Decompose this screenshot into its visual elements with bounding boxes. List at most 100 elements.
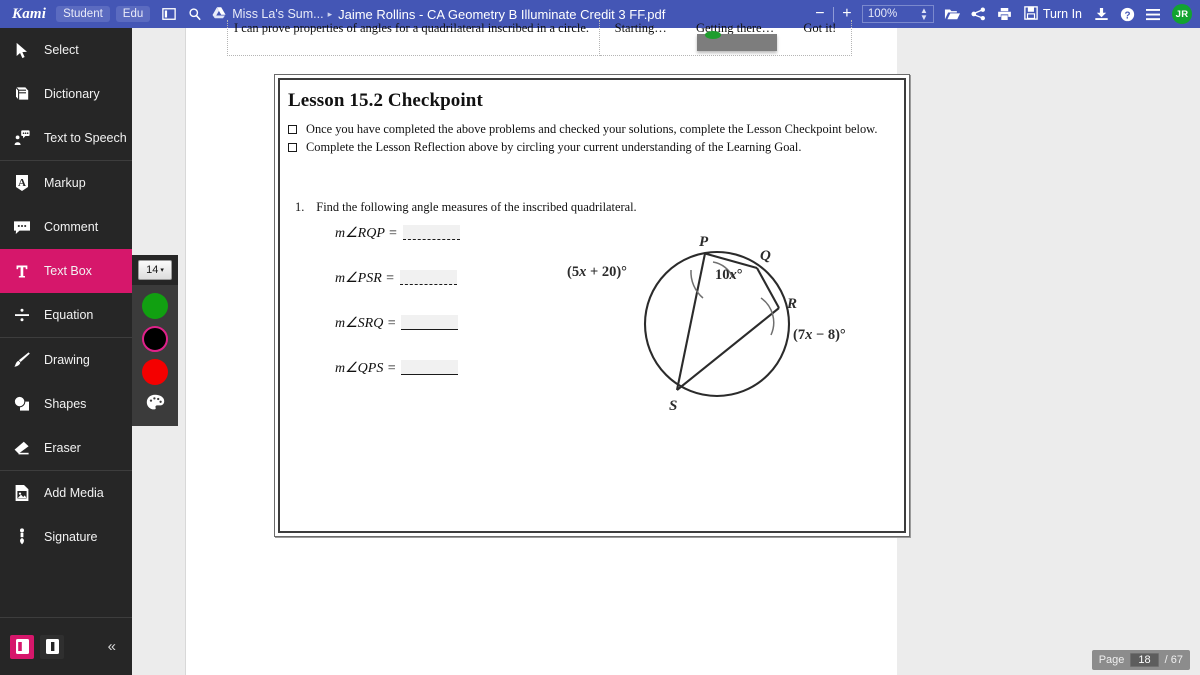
svg-text:Q: Q xyxy=(760,248,771,264)
learning-goal-row: I can prove properties of angles for a q… xyxy=(227,20,852,56)
shapes-icon xyxy=(12,394,32,414)
sidebar-item-shapes[interactable]: Shapes xyxy=(0,382,132,426)
sidebar-item-label: Eraser xyxy=(44,441,81,455)
panel-toggle-icon[interactable] xyxy=(156,0,182,28)
share-icon[interactable] xyxy=(966,0,992,28)
sidebar-item-label: Equation xyxy=(44,308,94,322)
sidebar-item-select[interactable]: Select xyxy=(0,28,132,72)
download-icon[interactable] xyxy=(1088,0,1114,28)
scale-option-starting: Starting… xyxy=(614,21,667,35)
sidebar-item-label: Select xyxy=(44,43,79,57)
answer-row: m∠PSR = xyxy=(335,270,460,315)
sidebar-item-dictionary[interactable]: Dictionary xyxy=(0,72,132,116)
sidebar-item-signature[interactable]: Signature xyxy=(0,515,132,559)
page-number-input[interactable]: 18 xyxy=(1130,653,1159,667)
avatar[interactable]: JR xyxy=(1172,4,1192,24)
svg-text:R: R xyxy=(786,296,797,312)
zoom-level-value: 100% xyxy=(867,8,898,20)
answer-blank[interactable] xyxy=(402,225,460,240)
question-text: Find the following angle measures of the… xyxy=(316,200,637,214)
sidebar-item-text-to-speech[interactable]: Text to Speech xyxy=(0,116,132,160)
font-size-value: 14 xyxy=(146,264,159,276)
paintbrush-icon xyxy=(12,350,32,370)
double-chevron-left-icon[interactable]: « xyxy=(108,638,122,655)
floppy-save-icon xyxy=(1024,5,1038,23)
answer-blank[interactable] xyxy=(401,315,459,330)
breadcrumb-folder-label: Miss La's Sum... xyxy=(232,7,324,21)
document-viewport[interactable]: I can prove properties of angles for a q… xyxy=(132,20,1200,675)
svg-text:A: A xyxy=(18,177,26,189)
answer-label: m∠QPS = xyxy=(335,361,397,376)
sidebar-item-label: Dictionary xyxy=(44,87,100,101)
sidebar-item-markup[interactable]: A Markup xyxy=(0,161,132,205)
green-swatch[interactable] xyxy=(142,293,168,319)
split-view-right-icon[interactable] xyxy=(40,634,64,659)
page-total: / 67 xyxy=(1164,654,1183,666)
sidebar-item-label: Text Box xyxy=(44,264,92,278)
tools-sidebar: Select Dictionary Text to Speech A Marku… xyxy=(0,28,132,675)
divide-icon xyxy=(12,305,32,325)
search-icon[interactable] xyxy=(182,0,208,28)
black-swatch[interactable] xyxy=(142,326,168,352)
sidebar-item-comment[interactable]: Comment xyxy=(0,205,132,249)
sidebar-item-label: Add Media xyxy=(44,486,104,500)
instruction-text: Complete the Lesson Reflection above by … xyxy=(306,139,802,154)
pdf-page[interactable]: I can prove properties of angles for a q… xyxy=(186,20,910,675)
zoom-level-select[interactable]: 100% ▲ ▼ xyxy=(861,5,934,23)
edu-badge: Edu xyxy=(115,6,151,22)
red-swatch[interactable] xyxy=(142,359,168,385)
masked-annotation-overlay[interactable] xyxy=(697,31,777,51)
svg-text:S: S xyxy=(669,398,677,414)
hamburger-menu-icon[interactable] xyxy=(1140,0,1166,28)
answer-blank[interactable] xyxy=(401,360,459,375)
answer-label: m∠RQP = xyxy=(335,226,398,241)
page-indicator[interactable]: Page 18 / 67 xyxy=(1091,650,1190,670)
google-drive-icon xyxy=(212,6,226,22)
svg-text:10x°: 10x° xyxy=(715,267,743,283)
breadcrumb-chevron-icon: ▸ xyxy=(327,8,333,19)
student-badge: Student xyxy=(56,6,110,22)
split-view-left-icon[interactable] xyxy=(10,634,34,659)
sidebar-item-drawing[interactable]: Drawing xyxy=(0,338,132,382)
panel-toggle-group: « xyxy=(0,617,132,675)
sidebar-item-eraser[interactable]: Eraser xyxy=(0,426,132,470)
question-number: 1. xyxy=(295,200,305,214)
sidebar-item-label: Comment xyxy=(44,220,99,234)
turn-in-button[interactable]: Turn In xyxy=(1024,5,1082,23)
checkbox-icon[interactable] xyxy=(288,125,297,134)
zoom-spinner-icon: ▲ ▼ xyxy=(919,6,928,22)
sidebar-item-text-box[interactable]: T Text Box xyxy=(0,249,132,293)
chevron-down-icon: ▾ xyxy=(160,267,164,274)
sidebar-item-add-media[interactable]: Add Media xyxy=(0,471,132,515)
sidebar-item-label: Drawing xyxy=(44,353,90,367)
eraser-icon xyxy=(12,438,32,458)
svg-text:(7x − 8)°: (7x − 8)° xyxy=(793,327,846,343)
cursor-arrow-icon xyxy=(12,40,32,60)
question-1: 1. Find the following angle measures of … xyxy=(295,200,637,215)
sidebar-item-label: Shapes xyxy=(44,397,87,411)
color-palette-icon[interactable] xyxy=(146,394,165,416)
green-marker-dot xyxy=(705,31,721,39)
speech-person-icon xyxy=(12,128,32,148)
sidebar-item-equation[interactable]: Equation xyxy=(0,293,132,337)
answer-row: m∠QPS = xyxy=(335,360,460,405)
comment-bubble-icon xyxy=(12,217,32,237)
font-size-row: 14 ▾ xyxy=(132,255,178,285)
color-swatch-list xyxy=(132,285,178,426)
list-item: Once you have completed the above proble… xyxy=(288,122,898,138)
turn-in-label: Turn In xyxy=(1042,7,1082,21)
sidebar-item-label: Text to Speech xyxy=(44,131,127,145)
instruction-text: Once you have completed the above proble… xyxy=(306,122,878,136)
print-icon[interactable] xyxy=(992,0,1018,28)
svg-text:T: T xyxy=(17,262,28,280)
checkbox-icon[interactable] xyxy=(288,142,297,152)
svg-text:?: ? xyxy=(1124,10,1130,21)
open-folder-icon[interactable] xyxy=(940,0,966,28)
help-circle-icon[interactable]: ? xyxy=(1114,0,1140,28)
kami-logo[interactable]: Kami xyxy=(0,6,56,23)
answer-label: m∠SRQ = xyxy=(335,316,397,331)
answer-blank[interactable] xyxy=(399,270,457,285)
font-size-select[interactable]: 14 ▾ xyxy=(138,260,172,280)
page-right-gutter xyxy=(897,28,1200,675)
page-title: Lesson 15.2 Checkpoint xyxy=(288,90,483,111)
